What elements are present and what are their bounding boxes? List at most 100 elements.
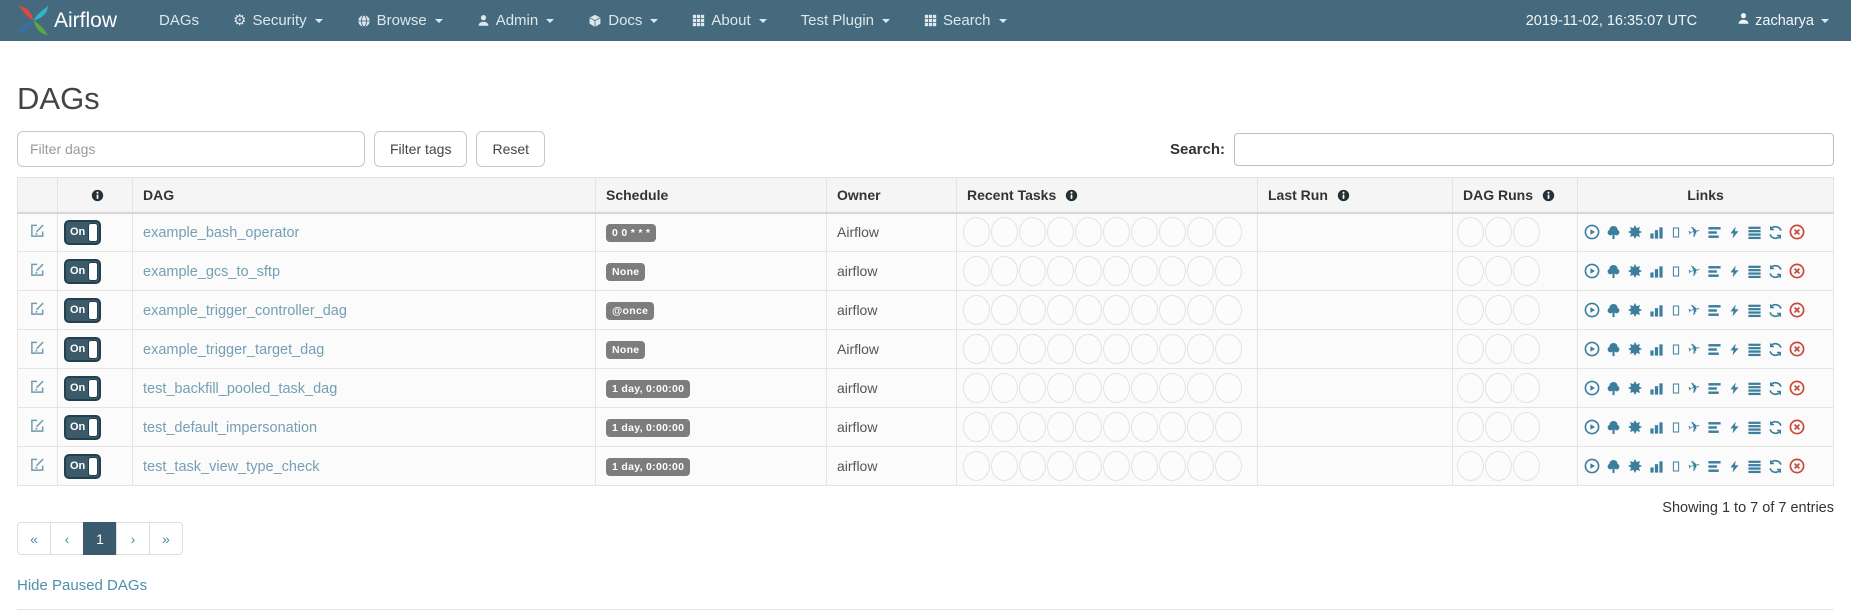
tree-view-icon[interactable]: [1606, 420, 1621, 435]
dag-link[interactable]: example_trigger_controller_dag: [143, 303, 347, 319]
tree-view-icon[interactable]: [1606, 381, 1621, 396]
gantt-icon[interactable]: [1707, 420, 1722, 435]
pagination-first[interactable]: «: [17, 522, 51, 555]
nav-item-admin[interactable]: Admin: [477, 12, 555, 29]
landing-times-icon[interactable]: ✈: [1688, 342, 1701, 357]
refresh-dag-icon[interactable]: [1768, 459, 1783, 474]
tree-view-icon[interactable]: [1606, 342, 1621, 357]
trigger-dag-icon[interactable]: [1584, 263, 1600, 279]
dag-on-off-toggle[interactable]: On: [64, 259, 101, 284]
dag-details-icon[interactable]: [1747, 420, 1762, 435]
hide-paused-dags-link[interactable]: Hide Paused DAGs: [17, 577, 147, 594]
code-view-icon[interactable]: [1728, 264, 1741, 279]
pagination-next[interactable]: ›: [116, 522, 150, 555]
filter-dags-input[interactable]: [17, 131, 365, 167]
gantt-icon[interactable]: [1707, 303, 1722, 318]
dag-on-off-toggle[interactable]: On: [64, 298, 101, 323]
refresh-dag-icon[interactable]: [1768, 225, 1783, 240]
trigger-dag-icon[interactable]: [1584, 224, 1600, 240]
task-tries-icon[interactable]: [1670, 459, 1682, 474]
delete-dag-icon[interactable]: [1789, 302, 1805, 318]
header-owner[interactable]: Owner: [827, 178, 957, 213]
edit-dag-icon[interactable]: [30, 340, 45, 355]
code-view-icon[interactable]: [1728, 342, 1741, 357]
nav-item-about[interactable]: About: [692, 12, 766, 29]
gantt-icon[interactable]: [1707, 264, 1722, 279]
code-view-icon[interactable]: [1728, 420, 1741, 435]
tree-view-icon[interactable]: [1606, 303, 1621, 318]
task-duration-icon[interactable]: [1649, 225, 1664, 240]
nav-item-docs[interactable]: Docs: [588, 12, 658, 29]
task-duration-icon[interactable]: [1649, 459, 1664, 474]
delete-dag-icon[interactable]: [1789, 458, 1805, 474]
refresh-dag-icon[interactable]: [1768, 381, 1783, 396]
dag-link[interactable]: test_default_impersonation: [143, 420, 317, 436]
header-schedule[interactable]: Schedule: [596, 178, 827, 213]
header-dag[interactable]: DAG: [133, 178, 596, 213]
gantt-icon[interactable]: [1707, 225, 1722, 240]
task-tries-icon[interactable]: [1670, 342, 1682, 357]
gantt-icon[interactable]: [1707, 459, 1722, 474]
dag-link[interactable]: example_trigger_target_dag: [143, 342, 324, 358]
edit-dag-icon[interactable]: [30, 379, 45, 394]
reset-button[interactable]: Reset: [476, 131, 545, 167]
trigger-dag-icon[interactable]: [1584, 419, 1600, 435]
gantt-icon[interactable]: [1707, 381, 1722, 396]
graph-view-icon[interactable]: [1627, 302, 1643, 318]
dag-on-off-toggle[interactable]: On: [64, 376, 101, 401]
code-view-icon[interactable]: [1728, 381, 1741, 396]
dag-link[interactable]: test_backfill_pooled_task_dag: [143, 381, 337, 397]
delete-dag-icon[interactable]: [1789, 419, 1805, 435]
graph-view-icon[interactable]: [1627, 224, 1643, 240]
dag-details-icon[interactable]: [1747, 264, 1762, 279]
code-view-icon[interactable]: [1728, 459, 1741, 474]
task-tries-icon[interactable]: [1670, 381, 1682, 396]
code-view-icon[interactable]: [1728, 303, 1741, 318]
dag-on-off-toggle[interactable]: On: [64, 415, 101, 440]
pagination-page-1[interactable]: 1: [83, 522, 117, 555]
gantt-icon[interactable]: [1707, 342, 1722, 357]
edit-dag-icon[interactable]: [30, 262, 45, 277]
pagination-last[interactable]: »: [149, 522, 183, 555]
dag-link[interactable]: test_task_view_type_check: [143, 459, 320, 475]
refresh-dag-icon[interactable]: [1768, 264, 1783, 279]
dag-details-icon[interactable]: [1747, 342, 1762, 357]
delete-dag-icon[interactable]: [1789, 380, 1805, 396]
task-duration-icon[interactable]: [1649, 303, 1664, 318]
edit-dag-icon[interactable]: [30, 301, 45, 316]
dag-link[interactable]: example_bash_operator: [143, 225, 299, 241]
dag-link[interactable]: example_gcs_to_sftp: [143, 264, 280, 280]
landing-times-icon[interactable]: ✈: [1688, 303, 1701, 318]
nav-item-browse[interactable]: Browse: [357, 12, 443, 29]
trigger-dag-icon[interactable]: [1584, 458, 1600, 474]
landing-times-icon[interactable]: ✈: [1688, 459, 1701, 474]
nav-item-security[interactable]: ⚙Security: [233, 12, 323, 29]
refresh-dag-icon[interactable]: [1768, 303, 1783, 318]
edit-dag-icon[interactable]: [30, 418, 45, 433]
dag-details-icon[interactable]: [1747, 459, 1762, 474]
nav-item-search[interactable]: Search: [924, 12, 1007, 29]
trigger-dag-icon[interactable]: [1584, 302, 1600, 318]
graph-view-icon[interactable]: [1627, 458, 1643, 474]
task-tries-icon[interactable]: [1670, 225, 1682, 240]
tree-view-icon[interactable]: [1606, 459, 1621, 474]
search-input[interactable]: [1234, 133, 1834, 166]
delete-dag-icon[interactable]: [1789, 341, 1805, 357]
refresh-dag-icon[interactable]: [1768, 342, 1783, 357]
graph-view-icon[interactable]: [1627, 380, 1643, 396]
trigger-dag-icon[interactable]: [1584, 341, 1600, 357]
task-duration-icon[interactable]: [1649, 264, 1664, 279]
task-tries-icon[interactable]: [1670, 420, 1682, 435]
refresh-dag-icon[interactable]: [1768, 420, 1783, 435]
pagination-prev[interactable]: ‹: [50, 522, 84, 555]
graph-view-icon[interactable]: [1627, 341, 1643, 357]
task-duration-icon[interactable]: [1649, 381, 1664, 396]
airflow-brand[interactable]: Airflow: [17, 4, 117, 37]
graph-view-icon[interactable]: [1627, 419, 1643, 435]
task-duration-icon[interactable]: [1649, 420, 1664, 435]
edit-dag-icon[interactable]: [30, 457, 45, 472]
landing-times-icon[interactable]: ✈: [1688, 225, 1701, 240]
edit-dag-icon[interactable]: [30, 223, 45, 238]
landing-times-icon[interactable]: ✈: [1688, 264, 1701, 279]
dag-on-off-toggle[interactable]: On: [64, 454, 101, 479]
